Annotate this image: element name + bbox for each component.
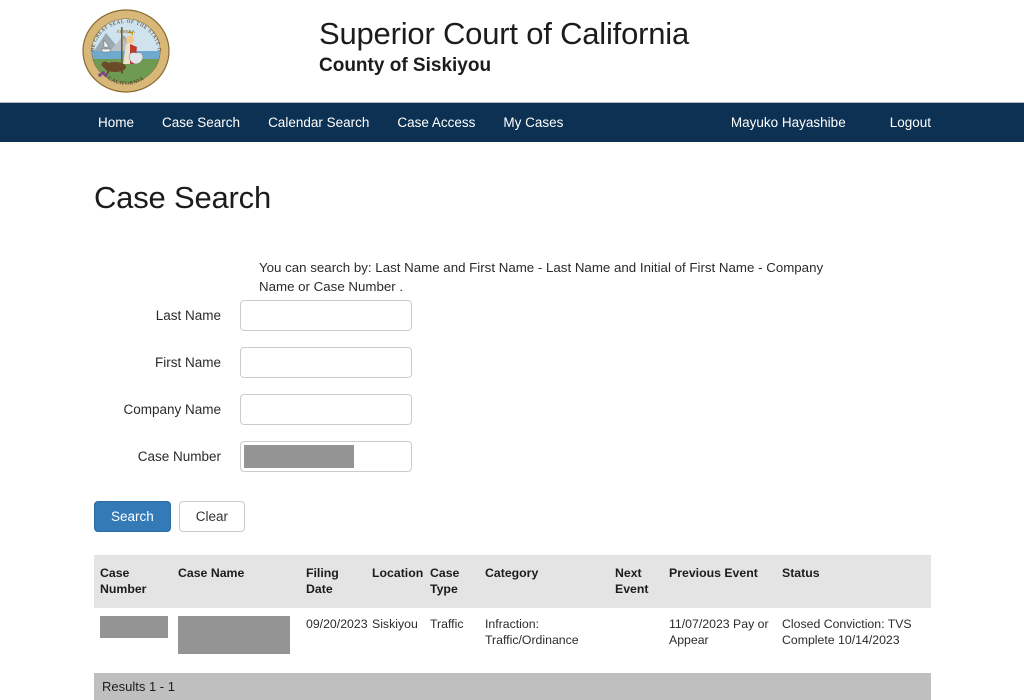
column-header-case-number[interactable]: Case Number [94, 555, 172, 608]
case-number-input-wrap [240, 441, 412, 472]
clear-button[interactable]: Clear [178, 501, 246, 532]
column-header-location[interactable]: Location [366, 555, 424, 608]
search-results: Case Number Case Name Filing Date Locati… [94, 555, 931, 700]
case-number-label: Case Number [137, 449, 221, 464]
form-row-case-number: Case Number [94, 433, 1024, 480]
page-content: Case Search You can search by: Last Name… [0, 180, 1024, 700]
results-count-bar: Results 1 - 1 [94, 673, 931, 700]
first-name-input-wrap [240, 347, 412, 378]
cell-next-event [609, 608, 663, 664]
cell-case-type: Traffic [424, 608, 479, 664]
court-title: Superior Court of California [319, 16, 690, 51]
last-name-input[interactable] [240, 300, 412, 331]
case-name-redaction-block [178, 616, 290, 654]
cell-category: Infraction: Traffic/Ordinance [479, 608, 609, 664]
cell-status: Closed Conviction: TVS Complete 10/14/20… [776, 608, 931, 664]
svg-text:EUREKA: EUREKA [117, 29, 136, 34]
nav-item-calendar-search[interactable]: Calendar Search [254, 103, 383, 142]
column-header-category[interactable]: Category [479, 555, 609, 608]
results-header-row: Case Number Case Name Filing Date Locati… [94, 555, 931, 608]
form-actions: Search Clear [94, 501, 1024, 532]
nav-item-home[interactable]: Home [84, 103, 148, 142]
nav-primary-links: Home Case Search Calendar Search Case Ac… [84, 103, 577, 142]
column-header-next-event[interactable]: Next Event [609, 555, 663, 608]
search-button[interactable]: Search [94, 501, 171, 532]
form-row-last-name: Last Name [94, 292, 1024, 339]
table-row[interactable]: 09/20/2023 Siskiyou Traffic Infraction: … [94, 608, 931, 664]
search-help-text: You can search by: Last Name and First N… [259, 260, 824, 294]
page-title: Case Search [94, 180, 272, 215]
cell-case-name [172, 608, 300, 664]
company-name-input-wrap [240, 394, 412, 425]
nav-item-case-search[interactable]: Case Search [148, 103, 254, 142]
form-row-company-name: Company Name [94, 386, 1024, 433]
form-row-first-name: First Name [94, 339, 1024, 386]
last-name-label: Last Name [155, 308, 221, 323]
results-table: Case Number Case Name Filing Date Locati… [94, 555, 931, 664]
column-header-status[interactable]: Status [776, 555, 931, 608]
cell-filing-date: 09/20/2023 [300, 608, 368, 664]
company-name-input[interactable] [240, 394, 412, 425]
last-name-input-wrap [240, 300, 412, 331]
nav-logout[interactable]: Logout [876, 103, 945, 142]
results-table-body: 09/20/2023 Siskiyou Traffic Infraction: … [94, 608, 931, 664]
cell-previous-event: 11/07/2023 Pay or Appear [663, 608, 776, 664]
case-search-form: Last Name First Name Company Name Case N… [94, 292, 1024, 532]
court-subtitle: County of Siskiyou [319, 55, 492, 76]
nav-item-case-access[interactable]: Case Access [383, 103, 489, 142]
column-header-previous-event[interactable]: Previous Event [663, 555, 776, 608]
court-branding: Superior Court of California County of S… [319, 14, 689, 78]
case-number-redaction-block [100, 616, 168, 638]
nav-user-name[interactable]: Mayuko Hayashibe [717, 103, 876, 142]
cell-location: Siskiyou [366, 608, 424, 664]
california-state-seal-icon: EUREKA THE GREAT SEAL OF THE STATE OF CA… [80, 9, 172, 93]
column-header-case-name[interactable]: Case Name [172, 555, 300, 608]
nav-item-my-cases[interactable]: My Cases [489, 103, 577, 142]
column-header-filing-date[interactable]: Filing Date [300, 555, 366, 608]
nav-account-links: Mayuko Hayashibe Logout [717, 103, 945, 142]
company-name-label: Company Name [123, 402, 221, 417]
main-navigation: Home Case Search Calendar Search Case Ac… [0, 103, 1024, 142]
case-number-input[interactable] [240, 441, 412, 472]
site-masthead: EUREKA THE GREAT SEAL OF THE STATE OF CA… [0, 0, 1024, 103]
first-name-label: First Name [154, 355, 221, 370]
cell-case-number [94, 608, 172, 664]
first-name-input[interactable] [240, 347, 412, 378]
column-header-case-type[interactable]: Case Type [424, 555, 479, 608]
results-table-head: Case Number Case Name Filing Date Locati… [94, 555, 931, 608]
